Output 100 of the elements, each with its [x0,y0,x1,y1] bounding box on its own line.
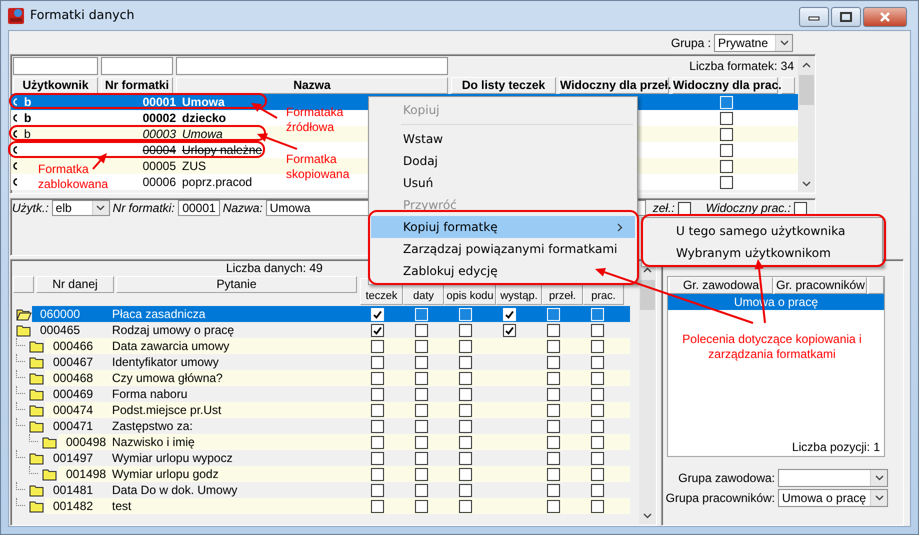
checkbox[interactable] [414,452,428,464]
table-cell[interactable]: 001481 [53,483,94,497]
table-cell[interactable]: 000471 [53,419,94,433]
checkbox[interactable] [458,436,472,448]
column-header[interactable]: Nazwa [176,77,448,94]
filter-field[interactable] [176,57,448,75]
checkbox[interactable] [458,324,472,336]
checkbox[interactable] [720,160,733,172]
checkbox[interactable] [414,388,428,400]
checkbox[interactable] [370,484,384,496]
table-cell[interactable]: 000469 [53,387,94,401]
checkbox[interactable] [370,372,384,384]
table-cell[interactable]: 00002 [142,111,176,125]
checkbox[interactable] [590,484,604,496]
checkbox[interactable] [458,452,472,464]
checkbox[interactable] [370,388,384,400]
group-dropdown[interactable] [778,469,888,487]
table-cell[interactable]: 000474 [53,403,94,417]
menu-item[interactable]: Wybranym użytkownikom [644,242,880,264]
checkbox[interactable] [590,340,604,352]
table-cell[interactable]: 000467 [53,355,94,369]
table-cell[interactable]: 001497 [53,451,94,465]
column-header[interactable]: Gr. zawodowa [669,277,773,294]
checkbox[interactable] [546,436,560,448]
checkbox[interactable] [590,404,604,416]
column-header[interactable]: Nr danej [36,276,114,293]
scrollbar[interactable] [798,56,815,192]
menu-item[interactable]: Kopiuj formatkę [371,216,635,238]
checkbox[interactable] [414,340,428,352]
checkbox[interactable] [546,468,560,480]
checkbox[interactable] [590,324,604,336]
scrollbar-thumb[interactable] [640,280,655,310]
table-cell[interactable]: 000466 [53,339,94,353]
group-dropdown[interactable]: Prywatne [714,34,793,52]
table-cell[interactable]: 001498 [66,467,106,481]
checkbox[interactable] [720,112,733,124]
checkbox[interactable] [414,500,428,512]
checkbox[interactable] [458,356,472,368]
checkbox[interactable] [370,340,384,352]
checkbox[interactable] [370,436,384,448]
checkbox[interactable] [370,356,384,368]
checkbox[interactable] [458,484,472,496]
checkbox[interactable] [590,468,604,480]
table-cell[interactable]: 000468 [53,371,94,385]
menu-item[interactable]: Zarządzaj powiązanymi formatkami [371,238,635,260]
column-header[interactable]: Widoczny dla przeł. [559,77,669,94]
checkbox[interactable] [590,500,604,512]
table-cell[interactable]: 001482 [53,499,94,513]
checkbox[interactable] [414,420,428,432]
column-header[interactable]: Do listy teczek [451,77,556,94]
checkbox[interactable] [414,468,428,480]
checkbox[interactable] [370,468,384,480]
table-cell[interactable]: 00004 [142,143,176,157]
checkbox[interactable] [370,420,384,432]
checkbox[interactable] [414,356,428,368]
menu-item[interactable]: Usuń [371,172,635,194]
checkbox[interactable] [414,404,428,416]
checkbox[interactable] [458,404,472,416]
checkbox[interactable] [720,176,733,188]
checkbox[interactable] [370,452,384,464]
checkbox[interactable] [502,324,516,336]
checkbox[interactable] [546,340,560,352]
checkbox[interactable] [370,404,384,416]
checkbox[interactable] [590,420,604,432]
filter-field[interactable] [101,57,173,75]
checkbox[interactable] [720,144,733,156]
checkbox[interactable] [546,500,560,512]
checkbox[interactable] [546,356,560,368]
table-cell[interactable]: 00003 [142,127,176,141]
checkbox[interactable] [720,128,733,140]
table-cell[interactable]: 00005 [142,159,176,173]
close-button[interactable] [863,7,907,27]
checkbox[interactable] [590,436,604,448]
checkbox[interactable] [590,452,604,464]
number-field[interactable]: 00001 [178,200,220,216]
table-cell[interactable]: 000465 [40,323,80,337]
checkbox[interactable] [590,372,604,384]
checkbox[interactable] [590,356,604,368]
menu-item[interactable]: U tego samego użytkownika [644,220,880,242]
group-dropdown[interactable]: Umowa o pracę [778,489,888,507]
checkbox[interactable] [458,500,472,512]
minimize-button[interactable] [799,7,829,27]
checkbox[interactable] [546,452,560,464]
scrollbar[interactable] [639,261,656,524]
table-cell[interactable]: 000498 [66,435,106,449]
scrollbar-thumb[interactable] [799,75,814,105]
checkbox[interactable] [546,388,560,400]
table-cell[interactable]: 060000 [40,307,80,321]
checkbox[interactable] [370,324,384,336]
checkbox[interactable] [414,324,428,336]
checkbox[interactable] [458,372,472,384]
checkbox[interactable] [458,340,472,352]
column-header[interactable]: Gr. pracowników [774,277,867,294]
table-cell[interactable]: 00001 [142,95,176,109]
column-header[interactable]: Pytanie [116,276,357,293]
checkbox[interactable] [794,202,807,214]
checkbox[interactable] [414,372,428,384]
checkbox[interactable] [458,468,472,480]
menu-item[interactable]: Dodaj [371,150,635,172]
checkbox[interactable] [546,324,560,336]
